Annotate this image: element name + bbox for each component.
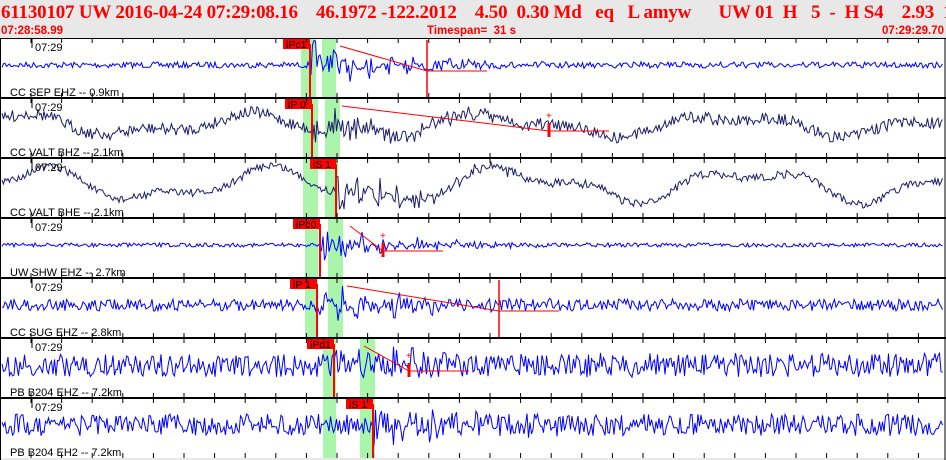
time-label: 07:29 — [35, 162, 63, 174]
phase-label: iS 1 — [313, 159, 331, 171]
amplitude-marker[interactable] — [547, 123, 551, 137]
time-label: 07:29 — [35, 42, 63, 54]
amplitude-plus-icon: + — [380, 231, 386, 242]
amplitude-plus-icon: + — [406, 351, 412, 362]
start-time: 07:28:58.99 — [1, 25, 64, 37]
trace-panel[interactable]: iS 107:29CC VALT BHE -- 2.1km — [0, 157, 946, 219]
time-label: 07:29 — [35, 222, 63, 234]
trace-panel[interactable]: iS 1 07:29 PB B204 EH2 -- 7.2km — [0, 397, 946, 459]
time-label: 07:29 — [35, 342, 63, 354]
amplitude-marker[interactable] — [381, 243, 385, 257]
seismogram-panels[interactable]: iPc107:29CC SEP EHZ -- 0.9km+iP 007:29CC… — [0, 38, 946, 460]
panel-background — [0, 218, 946, 278]
phase-label: iPc1 — [286, 39, 307, 51]
trace-panel[interactable]: iP 107:29CC SUG EHZ -- 2.8km — [0, 277, 946, 339]
panel-background — [0, 38, 946, 98]
trace-panel[interactable]: +iPd107:29PB B204 EHZ -- 7.2km — [0, 337, 946, 399]
amplitude-marker[interactable] — [407, 363, 411, 377]
time-label: 07:29 — [35, 282, 63, 294]
trace-panel[interactable]: +iPc007:29UW SHW EHZ -- 2.7km — [0, 217, 946, 279]
phase-label: iPd1 — [310, 339, 331, 351]
panel-background — [0, 158, 946, 218]
amplitude-plus-icon: + — [546, 111, 552, 122]
timespan: Timespan= 31 s — [427, 25, 516, 37]
channel-label[interactable]: PB B204 EH2 -- 7.2km — [10, 447, 121, 459]
time-label: 07:29 — [35, 402, 63, 414]
phase-label: iS 1 — [349, 399, 367, 411]
time-label: 07:29 — [35, 102, 63, 114]
event-header: 61130107 UW 2016-04-24 07:29:08.16 46.19… — [0, 0, 946, 38]
end-time: 07:29:29.70 — [881, 25, 944, 37]
trace-panel[interactable]: +iP 007:29CC VALT BHZ -- 2.1km — [0, 97, 946, 159]
event-summary: 61130107 UW 2016-04-24 07:29:08.16 46.19… — [1, 2, 946, 23]
phase-label: iP 0 — [288, 99, 306, 111]
phase-label: iP 1 — [293, 279, 311, 291]
trace-panel[interactable]: iPc107:29CC SEP EHZ -- 0.9km — [0, 38, 946, 99]
